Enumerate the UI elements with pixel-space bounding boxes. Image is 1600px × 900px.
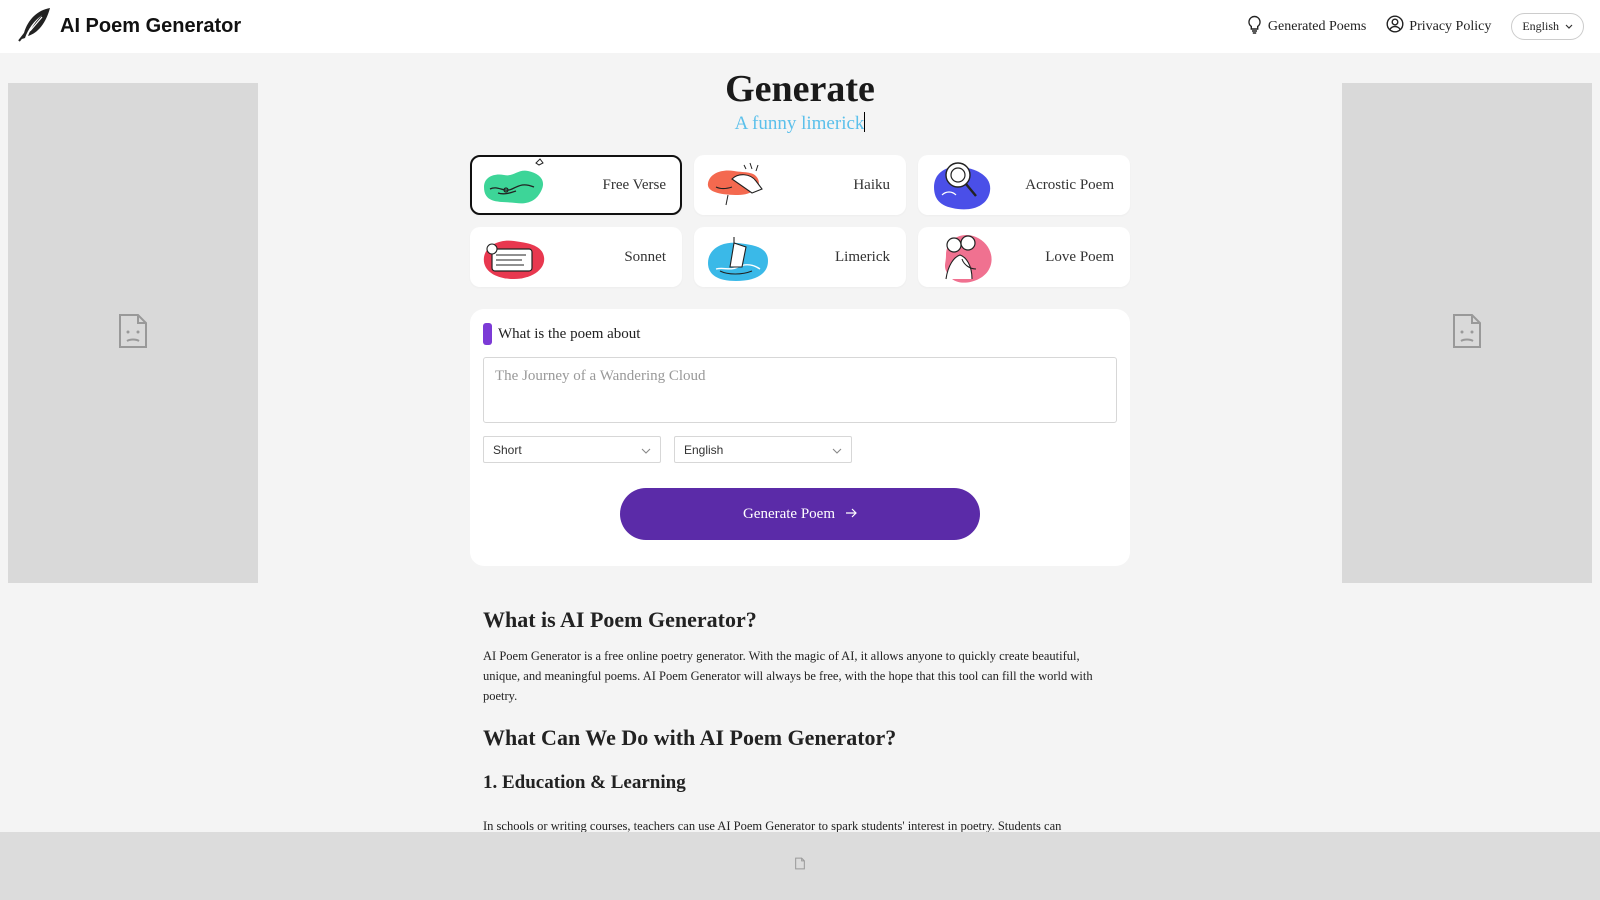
limerick-illustration-icon xyxy=(702,229,776,285)
length-select[interactable]: Short xyxy=(483,436,661,463)
poem-type-label: Limerick xyxy=(835,248,890,265)
broken-image-icon xyxy=(118,313,148,354)
sonnet-illustration-icon xyxy=(478,229,552,285)
typewriter-subtitle: A funny limerick xyxy=(470,112,1130,136)
chevron-down-icon xyxy=(641,443,651,457)
lightbulb-icon xyxy=(1246,15,1263,39)
generate-poem-button[interactable]: Generate Poem xyxy=(620,488,980,540)
article-heading-what-is: What is AI Poem Generator? xyxy=(483,607,757,632)
ad-slot-right[interactable] xyxy=(1342,83,1592,583)
top-header: AI Poem Generator Generated Poems Privac… xyxy=(0,0,1600,53)
options-row: Short English xyxy=(483,436,1117,463)
broken-image-icon xyxy=(795,857,805,875)
length-select-value: Short xyxy=(493,442,522,457)
article-subheading-education: 1. Education & Learning xyxy=(483,772,686,793)
poem-type-love-poem[interactable]: Love Poem xyxy=(918,227,1130,287)
generate-poem-label: Generate Poem xyxy=(742,505,836,522)
chevron-down-icon xyxy=(832,443,842,457)
free-verse-illustration-icon xyxy=(478,157,552,213)
article-heading-what-can: What Can We Do with AI Poem Generator? xyxy=(483,725,897,750)
main-content: Generate A funny limerick Free Verse Hai… xyxy=(470,66,1130,836)
nav-privacy-policy[interactable]: Privacy Policy xyxy=(1386,15,1491,38)
brand[interactable]: AI Poem Generator xyxy=(16,5,241,48)
haiku-illustration-icon xyxy=(702,157,776,213)
user-circle-icon xyxy=(1386,15,1404,38)
ad-slot-left[interactable] xyxy=(8,83,258,583)
language-selector[interactable]: English xyxy=(1511,13,1584,40)
poem-form: What is the poem about Short English Gen… xyxy=(470,309,1130,566)
poem-type-limerick[interactable]: Limerick xyxy=(694,227,906,287)
page-title: Generate xyxy=(725,68,875,110)
love-poem-illustration-icon xyxy=(926,229,1000,285)
broken-image-icon xyxy=(1452,313,1482,354)
poem-type-label: Acrostic Poem xyxy=(1025,176,1114,193)
site-title: AI Poem Generator xyxy=(60,15,242,37)
poem-type-grid: Free Verse Haiku Acrostic Poem Sonnet Li… xyxy=(470,155,1130,287)
ad-slot-bottom[interactable] xyxy=(0,832,1600,900)
arrow-right-icon xyxy=(845,506,857,523)
poem-type-label: Love Poem xyxy=(1045,248,1114,265)
article-paragraph: AI Poem Generator is a free online poetr… xyxy=(483,649,1093,703)
language-select-value: English xyxy=(684,442,724,457)
article: What is AI Poem Generator? AI Poem Gener… xyxy=(470,606,1130,836)
heading-marker xyxy=(483,323,492,345)
poem-type-haiku[interactable]: Haiku xyxy=(694,155,906,215)
nav-generated-poems[interactable]: Generated Poems xyxy=(1246,15,1366,39)
subtitle-text: A funny limerick xyxy=(734,113,865,134)
form-heading: What is the poem about xyxy=(483,323,1117,345)
acrostic-illustration-icon xyxy=(926,157,1000,213)
poem-type-sonnet[interactable]: Sonnet xyxy=(470,227,682,287)
main-nav: Generated Poems Privacy Policy English xyxy=(1246,13,1584,40)
form-heading-label: What is the poem about xyxy=(498,325,641,342)
nav-generated-poems-label: Generated Poems xyxy=(1267,18,1367,34)
poem-topic-input[interactable] xyxy=(483,357,1117,423)
chevron-down-icon xyxy=(1565,19,1573,34)
language-selector-label: English xyxy=(1522,19,1559,33)
text-cursor xyxy=(864,112,866,132)
language-select[interactable]: English xyxy=(674,436,852,463)
poem-type-label: Sonnet xyxy=(624,248,666,265)
feather-icon xyxy=(16,5,54,48)
poem-type-label: Free Verse xyxy=(602,176,666,193)
poem-type-label: Haiku xyxy=(853,176,890,193)
nav-privacy-policy-label: Privacy Policy xyxy=(1409,18,1492,34)
poem-type-free-verse[interactable]: Free Verse xyxy=(470,155,682,215)
poem-type-acrostic[interactable]: Acrostic Poem xyxy=(918,155,1130,215)
